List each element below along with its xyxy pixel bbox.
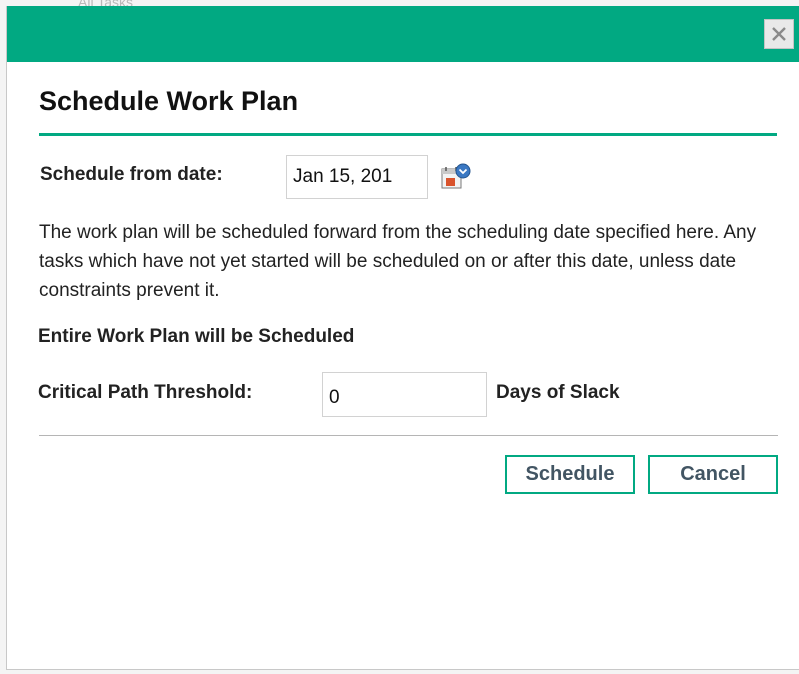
scheduling-description: The work plan will be scheduled forward … xyxy=(39,222,757,301)
dialog-titlebar[interactable] xyxy=(7,6,799,62)
close-icon xyxy=(772,27,786,41)
schedule-from-date-input[interactable] xyxy=(286,155,428,199)
schedule-button[interactable]: Schedule xyxy=(505,455,635,494)
days-of-slack-label: Days of Slack xyxy=(496,382,620,403)
title-divider xyxy=(39,133,777,136)
schedule-from-label: Schedule from date: xyxy=(40,164,223,185)
dialog-title: Schedule Work Plan xyxy=(39,86,299,116)
schedule-work-plan-dialog: Schedule Work Plan Schedule from date: T… xyxy=(6,6,799,670)
cancel-button[interactable]: Cancel xyxy=(648,455,778,494)
calendar-icon xyxy=(441,163,471,189)
scope-note: Entire Work Plan will be Scheduled xyxy=(38,326,355,347)
calendar-button[interactable] xyxy=(440,162,472,194)
close-button[interactable] xyxy=(764,19,794,49)
footer-divider xyxy=(39,435,778,436)
critical-path-threshold-input[interactable] xyxy=(322,372,487,417)
critical-path-threshold-label: Critical Path Threshold: xyxy=(38,382,253,403)
